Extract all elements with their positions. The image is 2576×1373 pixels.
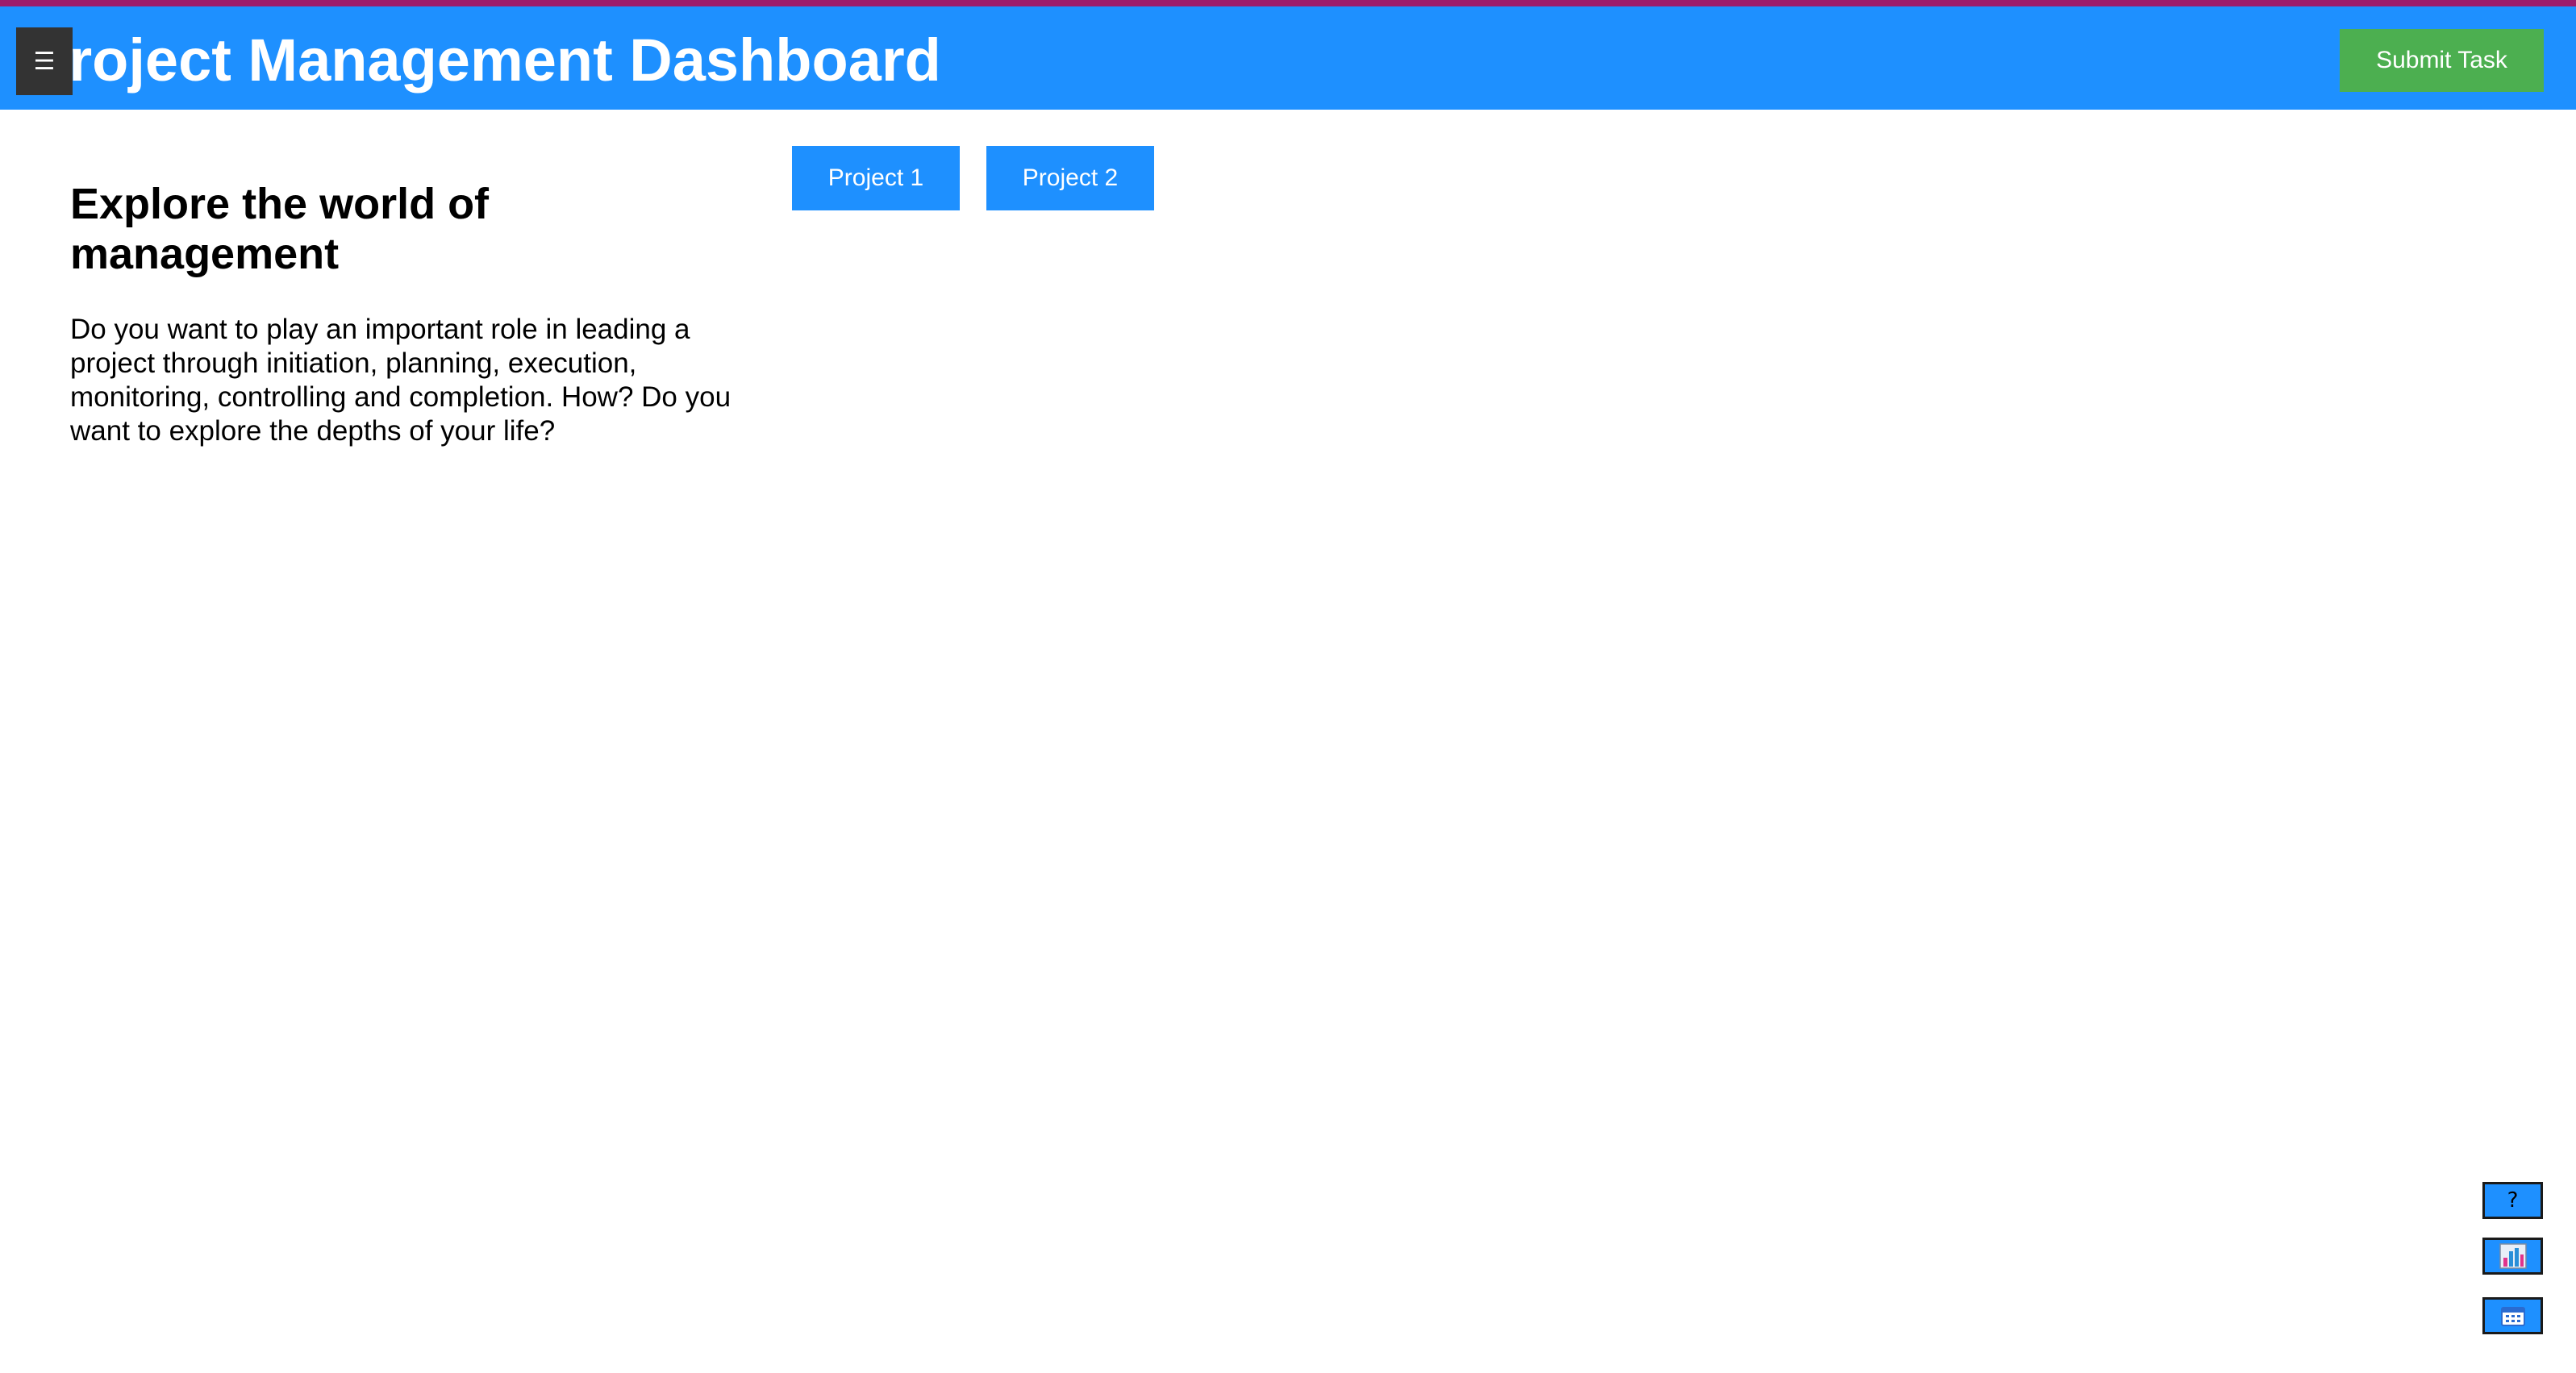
calendar-icon — [2500, 1307, 2525, 1326]
project-1-button[interactable]: Project 1 — [792, 146, 960, 210]
help-icon: ? — [2507, 1188, 2519, 1213]
header-bar: ☰ Project Management Dashboard Submit Ta… — [0, 6, 2576, 110]
project-2-button[interactable]: Project 2 — [986, 146, 1154, 210]
chart-button[interactable] — [2482, 1238, 2543, 1275]
top-accent-bar — [0, 0, 2576, 6]
page-title: Project Management Dashboard — [29, 27, 941, 94]
help-button[interactable]: ? — [2482, 1182, 2543, 1219]
project-tabs: Project 1 Project 2 — [792, 146, 1154, 210]
intro-section: Explore the world of management Do you w… — [70, 179, 732, 448]
menu-button[interactable]: ☰ — [16, 27, 73, 95]
bar-chart-icon — [2499, 1243, 2527, 1269]
hamburger-icon: ☰ — [33, 47, 56, 76]
intro-text: Do you want to play an important role in… — [70, 314, 732, 447]
calendar-button[interactable] — [2482, 1297, 2543, 1334]
submit-task-button[interactable]: Submit Task — [2340, 29, 2544, 92]
intro-heading: Explore the world of management — [70, 180, 490, 278]
